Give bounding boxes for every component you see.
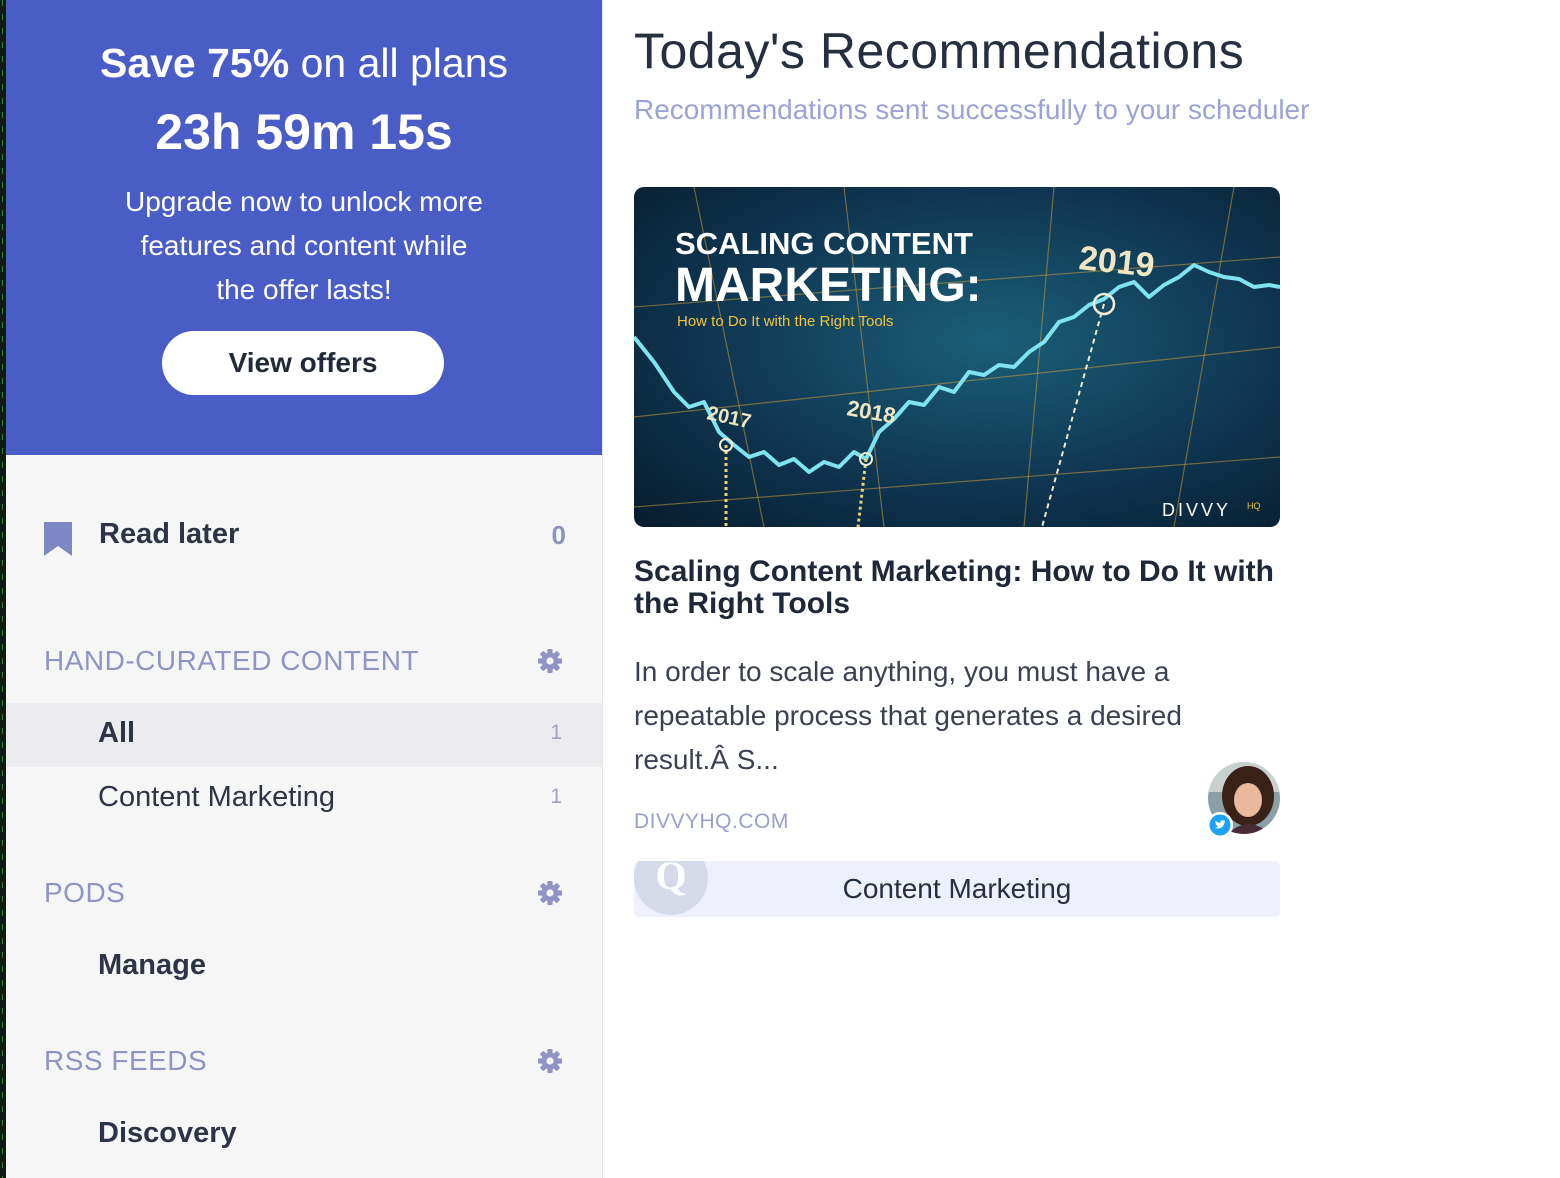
thumbnail-line1: SCALING CONTENT xyxy=(675,226,973,261)
sidebar-item-count: 1 xyxy=(550,721,562,744)
article-thumbnail-graphic: 2017 2018 2019 SCALING CONTENT MARKETING… xyxy=(634,187,1280,527)
article-excerpt: In order to scale anything, you must hav… xyxy=(634,656,1182,775)
sidebar: Save 75% on all plans 23h 59m 15s Upgrad… xyxy=(6,0,603,1178)
promo-headline: Save 75% on all plans xyxy=(6,40,602,86)
view-offers-button[interactable]: View offers xyxy=(162,331,444,395)
sidebar-item-label: Content Marketing xyxy=(98,781,335,813)
page-title: Today's Recommendations xyxy=(634,23,1245,79)
article-title[interactable]: Scaling Content Marketing: How to Do It … xyxy=(634,556,1280,620)
thumbnail-line2: MARKETING: xyxy=(675,259,982,312)
gear-icon[interactable] xyxy=(537,648,563,674)
promo-body-line: Upgrade now to unlock more xyxy=(125,186,483,217)
page-subtitle: Recommendations sent successfully to you… xyxy=(634,94,1310,125)
promo-banner: Save 75% on all plans 23h 59m 15s Upgrad… xyxy=(6,0,602,455)
thumbnail-brand-sup: HQ xyxy=(1247,501,1261,511)
sidebar-item-label: All xyxy=(98,717,136,749)
chart-label-2019: 2019 xyxy=(1077,239,1156,285)
promo-body: Upgrade now to unlock more features and … xyxy=(96,180,512,312)
promo-body-line: features and content while xyxy=(140,230,468,261)
sidebar-item-content-marketing[interactable]: Content Marketing 1 xyxy=(6,767,602,831)
sidebar-item-label: Discovery xyxy=(98,1117,237,1149)
promo-discount: Save 75% xyxy=(99,40,290,86)
section-title-pods: PODS xyxy=(44,877,126,908)
thumbnail-brand: DIVVY xyxy=(1162,500,1231,520)
sidebar-item-all[interactable]: All 1 xyxy=(6,703,602,767)
gear-icon[interactable] xyxy=(537,1048,563,1074)
tag-content-marketing[interactable]: Q Content Marketing xyxy=(634,861,1280,917)
read-later-count: 0 xyxy=(551,520,566,550)
promo-countdown: 23h 59m 15s xyxy=(155,104,453,160)
twitter-icon xyxy=(1207,812,1233,838)
gear-icon[interactable] xyxy=(537,880,563,906)
sidebar-item-discovery[interactable]: Discovery xyxy=(6,1103,602,1167)
bookmark-icon xyxy=(44,522,72,556)
sidebar-item-count: 1 xyxy=(550,785,562,808)
thumbnail-line3: How to Do It with the Right Tools xyxy=(677,313,894,330)
article-source[interactable]: DIVVYHQ.COM xyxy=(634,810,789,834)
section-title-rss-feeds: RSS FEEDS xyxy=(44,1045,208,1076)
sidebar-item-label: Manage xyxy=(98,949,206,981)
section-title-hand-curated: HAND-CURATED CONTENT xyxy=(44,645,420,676)
tag-label: Content Marketing xyxy=(842,873,1072,904)
promo-body-line: the offer lasts! xyxy=(216,274,392,305)
sidebar-item-manage[interactable]: Manage xyxy=(6,935,602,999)
article-thumbnail[interactable]: 2017 2018 2019 SCALING CONTENT MARKETING… xyxy=(634,187,1280,527)
promo-headline-rest: on all plans xyxy=(289,40,509,86)
read-later-label: Read later xyxy=(99,518,240,550)
